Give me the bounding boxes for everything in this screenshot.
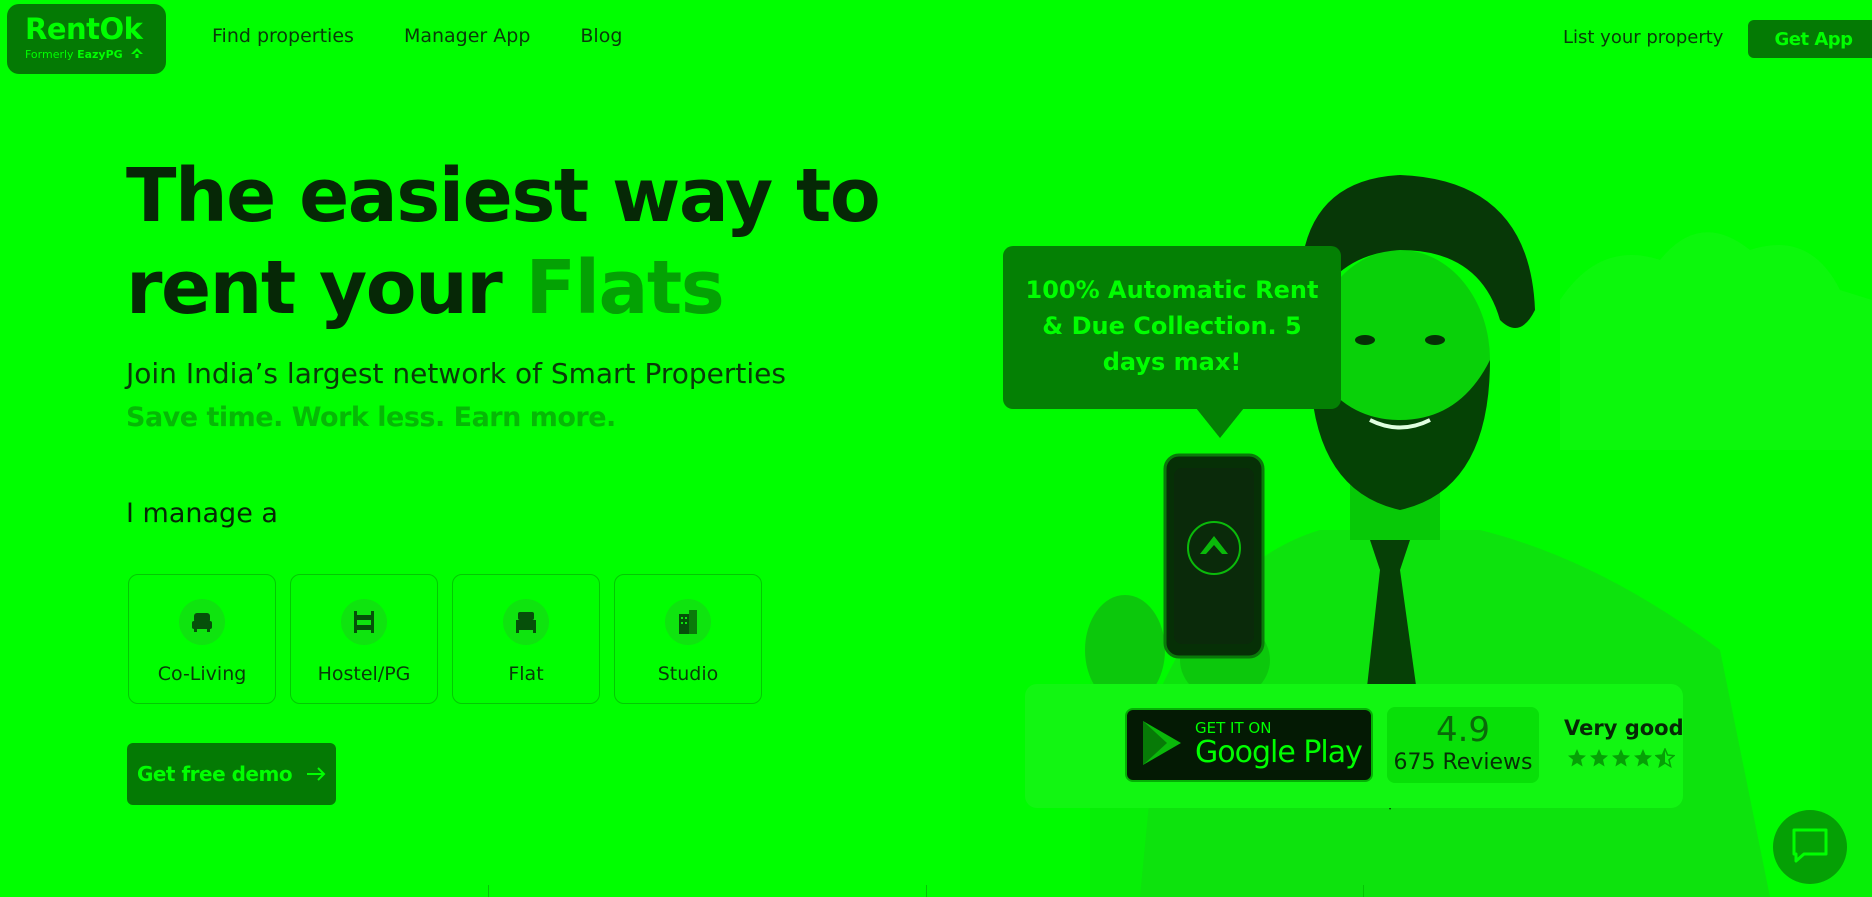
building-icon [665,599,711,645]
star-icon [1611,748,1631,772]
hero-subheading: Join India’s largest network of Smart Pr… [126,357,786,390]
rating-verdict: Very good [1564,716,1684,740]
main-nav: Find properties Manager App Blog [212,25,672,47]
demo-label: Get free demo [136,762,293,786]
nav-blog[interactable]: Blog [580,25,622,47]
house-icon [130,47,144,63]
star-icon [1567,748,1587,772]
logo-former-brand: EazyPG [77,48,123,61]
logo-name: RentOk [25,12,143,46]
rating-score: 4.9 [1435,710,1491,750]
type-label: Flat [508,663,544,685]
property-type-selector: Co-Living Hostel/PG Flat Studio [128,574,762,704]
hero-tagline: Save time. Work less. Earn more. [126,402,616,433]
sofa-icon [179,599,225,645]
list-property-link[interactable]: List your property [1563,27,1723,48]
headline-main: The easiest way to rent your [126,153,881,331]
google-play-badge[interactable]: GET IT ON Google Play [1125,708,1373,782]
star-icon [1633,748,1653,772]
chat-icon [1790,826,1830,868]
store-small-text: GET IT ON [1195,719,1272,737]
headline-accent: Flats [525,245,725,331]
hero-headline: The easiest way to rent your Flats [126,150,1026,334]
type-label: Hostel/PG [317,663,411,685]
type-card-co-living[interactable]: Co-Living [128,574,276,704]
bed-icon [503,599,549,645]
type-card-flat[interactable]: Flat [452,574,600,704]
divider [488,885,489,897]
divider [1363,885,1364,897]
type-label: Studio [657,663,719,685]
nav-find-properties[interactable]: Find properties [212,25,354,47]
get-free-demo-button[interactable]: Get free demo [127,743,336,805]
divider [926,885,927,897]
type-card-studio[interactable]: Studio [614,574,762,704]
star-half-icon [1654,747,1676,772]
review-count: 675 Reviews [1393,750,1533,775]
logo-formerly: Formerly EazyPG [25,47,166,63]
google-play-icon [1141,719,1185,771]
feature-speech-bubble: 100% Automatic Rent & Due Collection. 5 … [1003,246,1341,409]
chat-button[interactable] [1773,810,1847,884]
type-label: Co-Living [157,663,247,685]
logo-formerly-label: Formerly [25,48,74,61]
bunk-bed-icon [341,599,387,645]
section-dividers [0,885,1872,897]
logo[interactable]: RentOk Formerly EazyPG [7,4,166,74]
get-app-button[interactable]: Get App [1748,20,1872,58]
manage-label: I manage a [126,498,278,529]
nav-manager-app[interactable]: Manager App [404,25,530,47]
type-card-hostel-pg[interactable]: Hostel/PG [290,574,438,704]
rating-score-box: 4.9 675 Reviews [1387,707,1539,783]
star-icon [1589,748,1609,772]
store-big-text: Google Play [1195,735,1363,770]
arrow-right-icon [306,762,326,786]
speech-bubble-tail [1196,408,1244,438]
star-rating [1567,747,1676,772]
